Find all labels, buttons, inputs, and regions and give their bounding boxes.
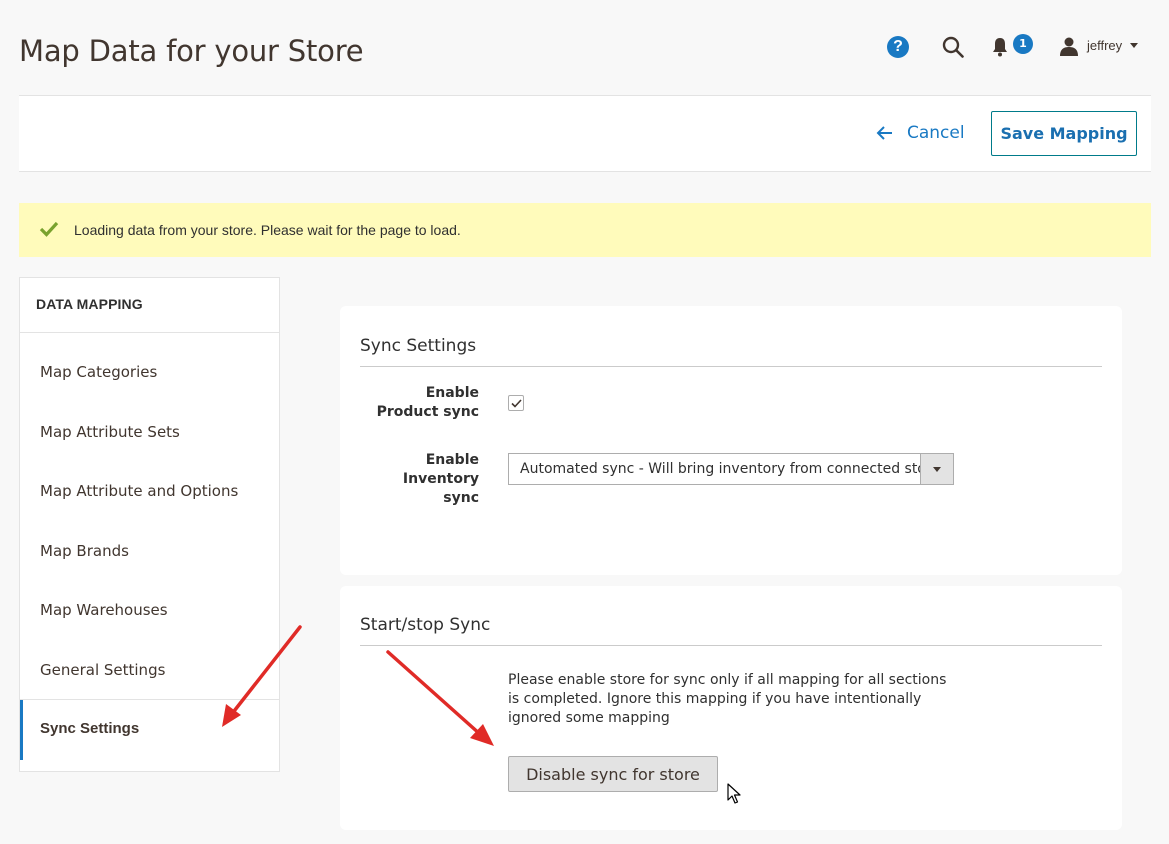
dropdown-toggle[interactable] [920, 454, 953, 484]
chevron-down-icon[interactable] [1130, 43, 1138, 48]
sidebar-item-map-brands[interactable]: Map Brands [20, 531, 279, 571]
message-text: Loading data from your store. Please wai… [74, 222, 461, 238]
search-icon[interactable] [942, 36, 964, 58]
divider [360, 645, 1102, 646]
sidebar-item-map-warehouses[interactable]: Map Warehouses [20, 590, 279, 630]
mouse-cursor-icon [727, 783, 741, 804]
inventory-sync-label: Enable Inventory sync [360, 451, 479, 508]
section-title: Start/stop Sync [360, 615, 491, 635]
page-actions-bar [19, 95, 1151, 172]
label-line: Inventory [402, 471, 479, 487]
section-title: Sync Settings [360, 336, 477, 356]
sidebar-item-map-attribute-sets[interactable]: Map Attribute Sets [20, 412, 279, 452]
sidebar-title: DATA MAPPING [36, 296, 143, 312]
question-circle-icon[interactable]: ? [887, 36, 909, 58]
back-arrow-icon [876, 126, 892, 140]
bell-icon[interactable] [991, 37, 1009, 57]
user-icon[interactable] [1059, 36, 1079, 56]
data-mapping-sidebar: DATA MAPPING Map Categories Map Attribut… [19, 277, 280, 772]
cancel-label: Cancel [907, 123, 965, 143]
sidebar-item-map-attribute-and-options[interactable]: Map Attribute and Options [20, 471, 279, 511]
product-sync-label: Enable Product sync [360, 384, 479, 422]
label-line: Enable [425, 385, 479, 401]
chevron-down-icon [933, 467, 941, 472]
label-line: Product sync [376, 404, 479, 420]
sidebar-item-sync-settings[interactable]: Sync Settings [20, 700, 279, 760]
divider [360, 366, 1102, 367]
check-icon [39, 221, 59, 237]
sync-settings-panel: Sync Settings Enable Product sync Enable… [340, 306, 1122, 575]
checkmark-icon [511, 399, 522, 408]
page-title: Map Data for your Store [19, 34, 364, 68]
sidebar-item-map-categories[interactable]: Map Categories [20, 352, 279, 392]
inventory-sync-select[interactable]: Automated sync - Will bring inventory fr… [508, 453, 954, 485]
notification-count-badge[interactable]: 1 [1013, 34, 1033, 54]
cancel-button[interactable]: Cancel [876, 122, 965, 144]
divider [20, 332, 279, 333]
select-value: Automated sync - Will bring inventory fr… [520, 461, 940, 477]
product-sync-checkbox[interactable] [508, 395, 524, 411]
user-name[interactable]: jeffrey [1087, 38, 1122, 53]
sidebar-item-general-settings[interactable]: General Settings [20, 650, 279, 690]
disable-sync-button[interactable]: Disable sync for store [508, 756, 718, 792]
label-line: Enable [425, 452, 479, 468]
sync-note: Please enable store for sync only if all… [508, 672, 947, 726]
label-line: sync [443, 490, 479, 506]
success-message: Loading data from your store. Please wai… [19, 203, 1151, 257]
save-mapping-button[interactable]: Save Mapping [991, 111, 1137, 156]
